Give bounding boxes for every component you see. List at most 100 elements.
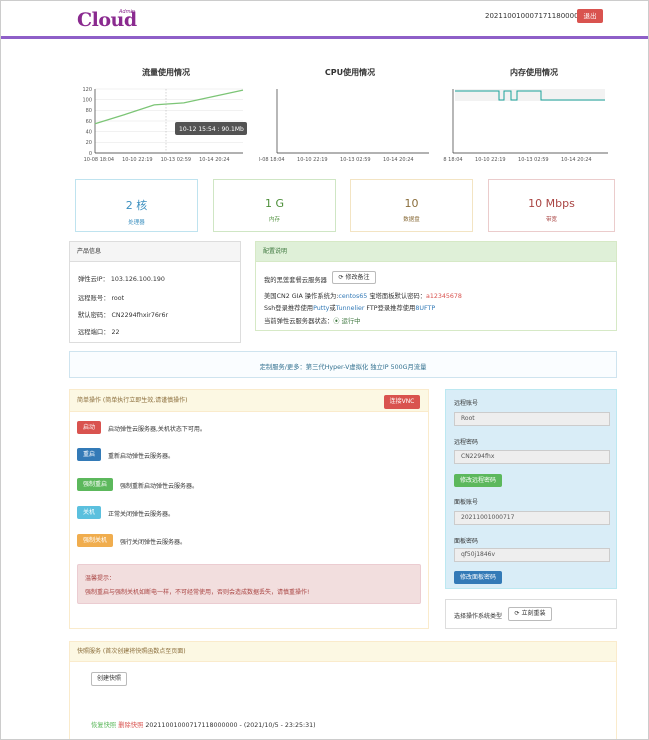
x-tick-label: 10-14 20:24 <box>199 157 230 163</box>
stat-label: 数据盘 <box>403 217 420 223</box>
ftp-client-link[interactable]: 8UFTP <box>415 305 435 312</box>
config-package-name: 我的黑莲套餐云服务器 <box>264 277 327 284</box>
putty-link[interactable]: Putty <box>313 305 329 312</box>
credentials-panel: 远程账号 Root 远程密码 CN2294fhx 修改远程密码 面板账号 202… <box>445 389 617 589</box>
create-snapshot-button[interactable]: 创建快照 <box>91 672 127 686</box>
stat-label: 内存 <box>268 217 280 223</box>
x-tick-label: 10-08 18:04 <box>443 157 463 163</box>
remote-account-input[interactable]: Root <box>454 412 610 426</box>
config-os-mid: 宝塔面板默认密码： <box>367 293 427 300</box>
user-id: 20211001000717118000000 <box>485 12 588 20</box>
traffic-series-line <box>94 89 244 125</box>
x-tick-label: 10-14 20:24 <box>383 157 414 163</box>
config-login-line: Ssh登录推荐使用Putty或Tunnelier FTP登录推荐使用8UFTP <box>264 303 435 312</box>
brand-logo-admin: Admin <box>119 9 136 15</box>
config-status-prefix: 当前弹性云服务器状态： <box>264 318 334 325</box>
config-ssh-prefix: Ssh登录推荐使用 <box>264 305 314 312</box>
product-info-panel: 产品信息 弹性云IP： 103.126.100.190 远程账号： root 默… <box>69 241 241 343</box>
snapshot-panel: 快照服务 (首次创建将快照函数点至页面) 创建快照 恢复快照 删除快照 2021… <box>69 641 617 739</box>
panel-password-input[interactable]: qf50j1846v <box>454 548 610 562</box>
chart-title-cpu: CPU使用情况 <box>324 68 376 77</box>
memory-chart[interactable]: 10-08 18:04 10-10 22:19 10-13 02:59 10-14 2… <box>443 83 619 165</box>
stat-value: 10 <box>404 197 419 210</box>
panel-account-label: 面板账号 <box>454 499 479 506</box>
stat-value: 10 Mbps <box>528 197 575 210</box>
force-shutdown-button[interactable]: 强制关机 <box>77 534 113 547</box>
tooltip-text: 10-12 15:54 : 90.1Mb <box>179 126 244 133</box>
config-heading: 配置说明 <box>256 242 616 262</box>
warning-title: 温馨提示： <box>85 575 116 582</box>
y-tick-label: 80 <box>86 108 92 114</box>
reinstall-button[interactable]: ⟳ 立刻重装 <box>508 607 552 621</box>
force-shutdown-description: 强行关闭弹性云服务器。 <box>120 539 187 546</box>
remote-account-label: 远程账号 <box>454 400 479 407</box>
custom-service-text[interactable]: 定制服务/更多：第三代Hyper-V虚拟化 独立IP 500G月流量 <box>70 362 616 371</box>
restart-button[interactable]: 重启 <box>77 448 101 461</box>
config-os-name[interactable]: centos65 <box>338 293 367 300</box>
x-tick-label: 10-10 22:19 <box>297 157 328 163</box>
custom-service-banner: 定制服务/更多：第三代Hyper-V虚拟化 独立IP 500G月流量 <box>69 351 617 378</box>
stat-data-disk: 10 数据盘 <box>350 179 473 232</box>
stat-bandwidth: 10 Mbps 带宽 <box>488 179 615 232</box>
snapshot-entry-text: 20211001000717118000000 - (2021/10/5 - 2… <box>145 722 316 729</box>
restore-snapshot-link[interactable]: 恢复快照 <box>91 722 116 729</box>
x-tick-label: 10-08 18:04 <box>84 157 115 163</box>
x-tick-label: 10-10 22:19 <box>475 157 506 163</box>
x-tick-label: 10-10 22:19 <box>122 157 153 163</box>
y-tick-label: 100 <box>82 97 92 103</box>
snapshot-heading: 快照服务 (首次创建将快照函数点至页面) <box>70 642 616 662</box>
stat-value: 2 核 <box>125 199 148 212</box>
config-status-line: 当前弹性云服务器状态：⦿ 运行中 <box>264 316 360 325</box>
change-remote-password-button[interactable]: 修改远程密码 <box>454 474 502 487</box>
edit-note-label: 修改备注 <box>345 274 370 281</box>
config-os-prefix: 美国CN2 GIA 操作系统为: <box>264 293 339 300</box>
config-ftp-prefix: FTP登录推荐使用 <box>364 305 416 312</box>
config-default-password: a12345678 <box>426 293 462 300</box>
y-tick-label: 40 <box>86 129 92 135</box>
operations-heading: 简单操作 (简单执行立即生效,请谨慎操作) <box>70 390 428 412</box>
refresh-icon: ⟳ <box>338 274 344 281</box>
x-tick-label: 10-13 02:59 <box>161 157 192 163</box>
stat-label: 处理器 <box>128 220 145 226</box>
product-ip: 弹性云IP： 103.126.100.190 <box>78 276 165 283</box>
delete-snapshot-link[interactable]: 删除快照 <box>118 722 143 729</box>
product-remote-port: 远程端口： 22 <box>78 329 120 336</box>
edit-note-button[interactable]: ⟳ 修改备注 <box>332 271 376 284</box>
start-description: 启动弹性云服务器,关机状态下可用。 <box>108 426 206 433</box>
reinstall-label: 立刻重装 <box>521 610 546 617</box>
traffic-chart[interactable]: 120 100 80 60 40 20 0 10-08 18:04 10-10 22:19 10… <box>75 83 251 165</box>
change-panel-password-button[interactable]: 修改面板密码 <box>454 571 502 584</box>
chart-title-traffic: 流量使用情况 <box>142 68 190 77</box>
logout-button[interactable]: 退出 <box>577 9 603 23</box>
shutdown-button[interactable]: 关机 <box>77 506 101 519</box>
product-remote-account: 远程账号： root <box>78 295 125 302</box>
y-tick-label: 60 <box>86 119 92 125</box>
operations-panel: 简单操作 (简单执行立即生效,请谨慎操作) 连接VNC 启动 启动弹性云服务器,… <box>69 389 429 629</box>
tunnelier-link[interactable]: Tunnelier <box>336 305 365 312</box>
start-button[interactable]: 启动 <box>77 421 101 434</box>
server-status: 运行中 <box>341 318 361 325</box>
x-tick-label: 10-13 02:59 <box>340 157 371 163</box>
panel-account-input[interactable]: 20211001000717 <box>454 511 610 525</box>
remote-password-input[interactable]: CN2294fhx <box>454 450 610 464</box>
status-running-icon: ⦿ <box>333 318 340 325</box>
panel-password-label: 面板密码 <box>454 538 479 545</box>
y-tick-label: 20 <box>86 140 92 146</box>
x-tick-label: 10-08 18:04 <box>259 157 285 163</box>
force-restart-description: 强制重新启动弹性云服务器。 <box>120 483 199 490</box>
restart-description: 重新启动弹性云服务器。 <box>108 453 175 460</box>
x-tick-label: 10-13 02:59 <box>518 157 549 163</box>
connect-vnc-button[interactable]: 连接VNC <box>384 395 420 409</box>
cpu-chart[interactable]: 10-08 18:04 10-10 22:19 10-13 02:59 10-14 2… <box>259 83 435 165</box>
y-tick-label: 0 <box>89 151 92 157</box>
page-frame: Cloud Admin 20211001000717118000000 退出 流… <box>0 0 649 740</box>
shutdown-description: 正常关闭弹性云服务器。 <box>108 511 175 518</box>
warning-text: 强制重启与强制关机如断电一样，不可经常使用，否则会造成数据丢失，请慎重操作! <box>85 589 310 596</box>
os-type-label: 选择操作系统类型 <box>454 613 503 620</box>
stat-memory: 1 G 内存 <box>213 179 336 232</box>
force-restart-button[interactable]: 强制重启 <box>77 478 113 491</box>
y-tick-label: 120 <box>82 87 92 93</box>
os-reinstall-panel: 选择操作系统类型 ⟳ 立刻重装 <box>445 599 617 629</box>
chart-title-memory: 内存使用情况 <box>510 68 558 77</box>
x-tick-label: 10-14 20:24 <box>561 157 592 163</box>
